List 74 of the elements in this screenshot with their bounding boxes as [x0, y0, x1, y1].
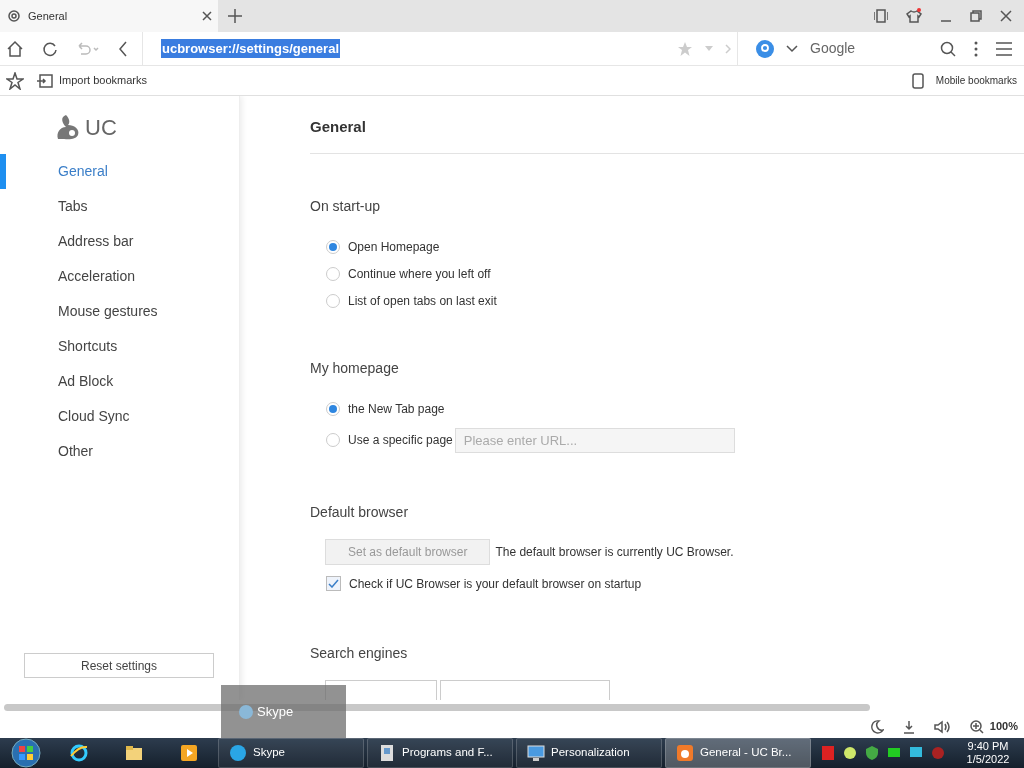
search-field[interactable]: Google: [810, 38, 928, 59]
taskbar-button[interactable]: Skype: [218, 738, 364, 768]
play-icon: [180, 744, 198, 762]
zoom-icon[interactable]: [969, 719, 984, 734]
section-title: On start-up: [310, 197, 382, 216]
section-title: My homepage: [310, 359, 400, 378]
sidebar-item[interactable]: General: [0, 154, 239, 189]
back-icon[interactable]: [118, 40, 128, 57]
globe-icon: [70, 744, 88, 762]
restore-icon[interactable]: [970, 10, 982, 22]
radio-button[interactable]: [326, 433, 340, 447]
document-icon: [378, 744, 396, 762]
more-icon[interactable]: [974, 40, 978, 57]
moon-icon[interactable]: [869, 719, 884, 734]
radio-button[interactable]: [326, 293, 340, 308]
import-bookmarks-button[interactable]: Import bookmarks: [36, 71, 149, 90]
star-icon[interactable]: [677, 40, 693, 57]
checkbox-label: Check if UC Browser is your default browser on startup: [349, 575, 642, 593]
sidebar-item[interactable]: Other: [0, 434, 239, 469]
option-label: Continue where you left off: [348, 265, 491, 283]
zoom-level: 100%: [989, 719, 1018, 735]
shield-icon[interactable]: [864, 745, 880, 761]
caret-icon[interactable]: [786, 44, 798, 53]
reset-button[interactable]: Reset settings: [24, 653, 214, 678]
sidebar-item[interactable]: Mouse gestures: [0, 294, 239, 329]
section-title: Search engines: [310, 644, 409, 663]
address-field[interactable]: ucbrowser://settings/general: [161, 38, 340, 59]
option-label: the New Tab page: [348, 400, 445, 418]
sidebar-item[interactable]: Cloud Sync: [0, 399, 239, 434]
gear-icon: [6, 8, 22, 24]
sidebar-item[interactable]: Address bar: [0, 224, 239, 259]
option-label: List of open tabs on last exit: [348, 292, 497, 310]
shirt-icon[interactable]: [906, 8, 922, 24]
clock-time[interactable]: 9:40 PM: [967, 740, 1009, 753]
checkbox[interactable]: [326, 576, 341, 591]
sidebar-item[interactable]: Ad Block: [0, 364, 239, 399]
reload-icon[interactable]: [42, 40, 58, 57]
taskbar-button[interactable]: Programs and F...: [367, 738, 513, 768]
browser-icon: [676, 744, 694, 762]
taskbar-button[interactable]: General - UC Br...: [665, 738, 811, 768]
browser-tab[interactable]: General: [0, 0, 218, 32]
download-icon[interactable]: [901, 719, 916, 734]
phone-icon: [911, 72, 924, 89]
default-browser-note: The default browser is currently UC Browser.: [495, 544, 734, 561]
close-icon[interactable]: [1000, 10, 1012, 22]
option-label: Use a specific page: [348, 432, 453, 449]
radio-button[interactable]: [326, 239, 340, 254]
speaker-icon[interactable]: [933, 719, 952, 734]
monitor-icon: [527, 744, 545, 762]
section-title: Default browser: [310, 503, 410, 522]
tablet-icon[interactable]: [874, 9, 888, 23]
taskbar-button[interactable]: Personalization: [516, 738, 662, 768]
url-field[interactable]: Please enter URL...: [454, 427, 735, 453]
folder-icon: [125, 744, 143, 762]
option-label: Open Homepage: [348, 238, 440, 256]
radio-button[interactable]: [326, 266, 340, 281]
sidebar-item[interactable]: Tabs: [0, 189, 239, 224]
sidebar-item[interactable]: Shortcuts: [0, 329, 239, 364]
start-button[interactable]: [8, 738, 44, 768]
radio-button[interactable]: [326, 401, 340, 416]
search-icon[interactable]: [940, 40, 956, 57]
search-engine-icon[interactable]: [756, 39, 774, 58]
preview-label: Skype: [257, 702, 294, 721]
page-title: General: [310, 117, 366, 138]
menu-icon[interactable]: [996, 41, 1012, 56]
home-icon[interactable]: [6, 39, 24, 58]
close-icon[interactable]: [202, 11, 212, 21]
mobile-bookmarks-button[interactable]: Mobile bookmarks: [910, 71, 1018, 90]
star-icon[interactable]: [6, 71, 24, 90]
logo-text: UC: [85, 113, 117, 142]
new-tab-icon[interactable]: [228, 9, 242, 23]
sidebar-item[interactable]: Acceleration: [0, 259, 239, 294]
clock-date[interactable]: 1/5/2022: [966, 753, 1010, 766]
import-icon: [37, 73, 53, 88]
